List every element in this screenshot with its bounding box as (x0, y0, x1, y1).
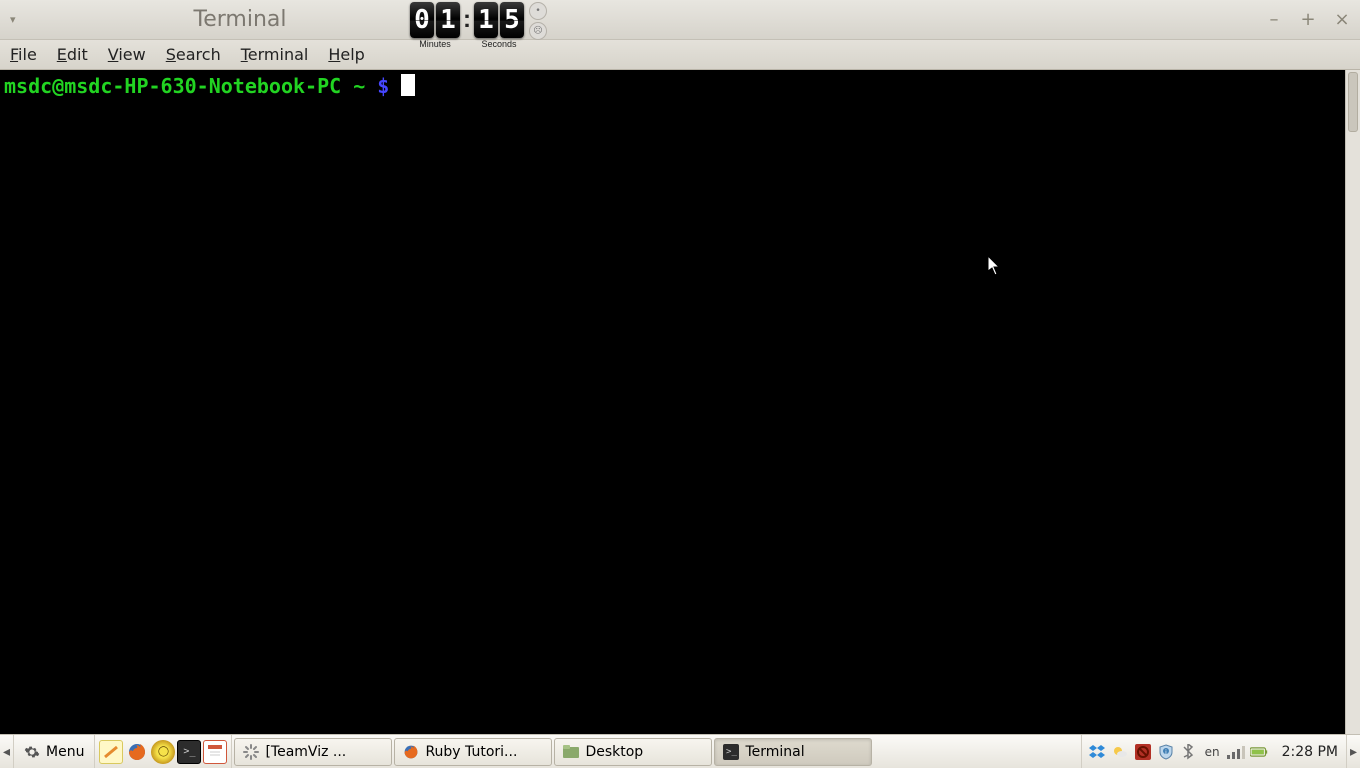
terminal-window: 0 1 Minutes : 1 5 Seconds • ☹ ▾ Terminal… (0, 0, 1360, 734)
face-neutral-icon[interactable]: • (529, 2, 547, 20)
pomodoro-timer[interactable]: 0 1 Minutes : 1 5 Seconds • ☹ (409, 2, 547, 50)
maximize-button[interactable]: + (1300, 9, 1316, 30)
dropbox-icon[interactable] (1088, 743, 1106, 761)
prompt-path: ~ (353, 74, 365, 98)
app-menu-arrow-icon[interactable]: ▾ (10, 13, 16, 26)
terminal-output[interactable]: msdc@msdc-HP-630-Notebook-PC ~ $ (0, 70, 1345, 734)
gear-icon (24, 744, 40, 760)
terminal-launcher-icon[interactable]: >_ (177, 740, 201, 764)
menu-view[interactable]: View (108, 45, 146, 64)
timer-min-d2: 1 (436, 2, 460, 38)
timer-seconds-label: Seconds (481, 38, 516, 50)
task-label: Terminal (745, 744, 804, 760)
keyboard-layout[interactable]: en (1203, 745, 1222, 759)
taskbar-scroll-right[interactable]: ▸ (1346, 735, 1360, 768)
task-ruby-tutorial[interactable]: Ruby Tutori... (394, 738, 552, 766)
taskbar: ◂ Menu ◯ >_ [TeamViz ... (0, 734, 1360, 768)
minimize-button[interactable]: – (1266, 9, 1282, 30)
bluetooth-icon[interactable] (1180, 743, 1198, 761)
task-terminal[interactable]: >_ Terminal (714, 738, 872, 766)
start-menu-button[interactable]: Menu (14, 735, 95, 768)
menu-edit[interactable]: Edit (57, 45, 88, 64)
taskbar-scroll-left[interactable]: ◂ (0, 735, 14, 768)
terminal-icon: >_ (723, 744, 739, 760)
menu-terminal[interactable]: Terminal (241, 45, 309, 64)
shield-icon[interactable]: i (1157, 743, 1175, 761)
prompt-symbol: $ (377, 74, 389, 98)
start-menu-label: Menu (46, 744, 84, 760)
prompt-user-host: msdc@msdc-HP-630-Notebook-PC (4, 74, 341, 98)
menu-search[interactable]: Search (166, 45, 221, 64)
network-icon[interactable] (1227, 743, 1245, 761)
battery-icon[interactable] (1250, 743, 1268, 761)
mouse-cursor-icon (988, 208, 1065, 324)
terminal-body-wrap: msdc@msdc-HP-630-Notebook-PC ~ $ (0, 70, 1360, 734)
terminal-scrollbar[interactable] (1345, 70, 1360, 734)
timer-colon: : (461, 2, 473, 38)
text-cursor (401, 74, 415, 96)
timer-sec-d2: 5 (500, 2, 524, 38)
task-label: Desktop (585, 744, 643, 760)
spinner-icon (243, 744, 259, 760)
taskbar-clock[interactable]: 2:28 PM (1274, 735, 1346, 768)
timer-min-d1: 0 (410, 2, 434, 38)
weather-icon[interactable] (1111, 743, 1129, 761)
firefox-icon (403, 744, 419, 760)
menu-file[interactable]: File (10, 45, 37, 64)
task-desktop[interactable]: Desktop (554, 738, 712, 766)
blocked-icon[interactable] (1134, 743, 1152, 761)
notes-icon[interactable] (99, 740, 123, 764)
calendar-icon[interactable] (203, 740, 227, 764)
task-label: Ruby Tutori... (425, 744, 517, 760)
task-label: [TeamViz ... (265, 744, 346, 760)
menu-help[interactable]: Help (328, 45, 364, 64)
window-title: Terminal (194, 7, 287, 32)
scrollbar-thumb[interactable] (1348, 72, 1358, 132)
firefox-icon[interactable] (125, 740, 149, 764)
face-sad-icon[interactable]: ☹ (529, 22, 547, 40)
timer-sec-d1: 1 (474, 2, 498, 38)
timer-minutes-label: Minutes (419, 38, 451, 50)
system-tray: i en (1081, 735, 1274, 768)
close-button[interactable]: × (1334, 9, 1350, 30)
folder-icon (563, 744, 579, 760)
titlebar[interactable]: ▾ Terminal – + × (0, 0, 1360, 40)
quicklaunch: ◯ >_ (95, 735, 232, 768)
menubar: File Edit View Search Terminal Help (0, 40, 1360, 70)
task-list: [TeamViz ... Ruby Tutori... Desktop >_ T… (232, 735, 1080, 768)
media-player-icon[interactable]: ◯ (151, 740, 175, 764)
task-teamviz[interactable]: [TeamViz ... (234, 738, 392, 766)
